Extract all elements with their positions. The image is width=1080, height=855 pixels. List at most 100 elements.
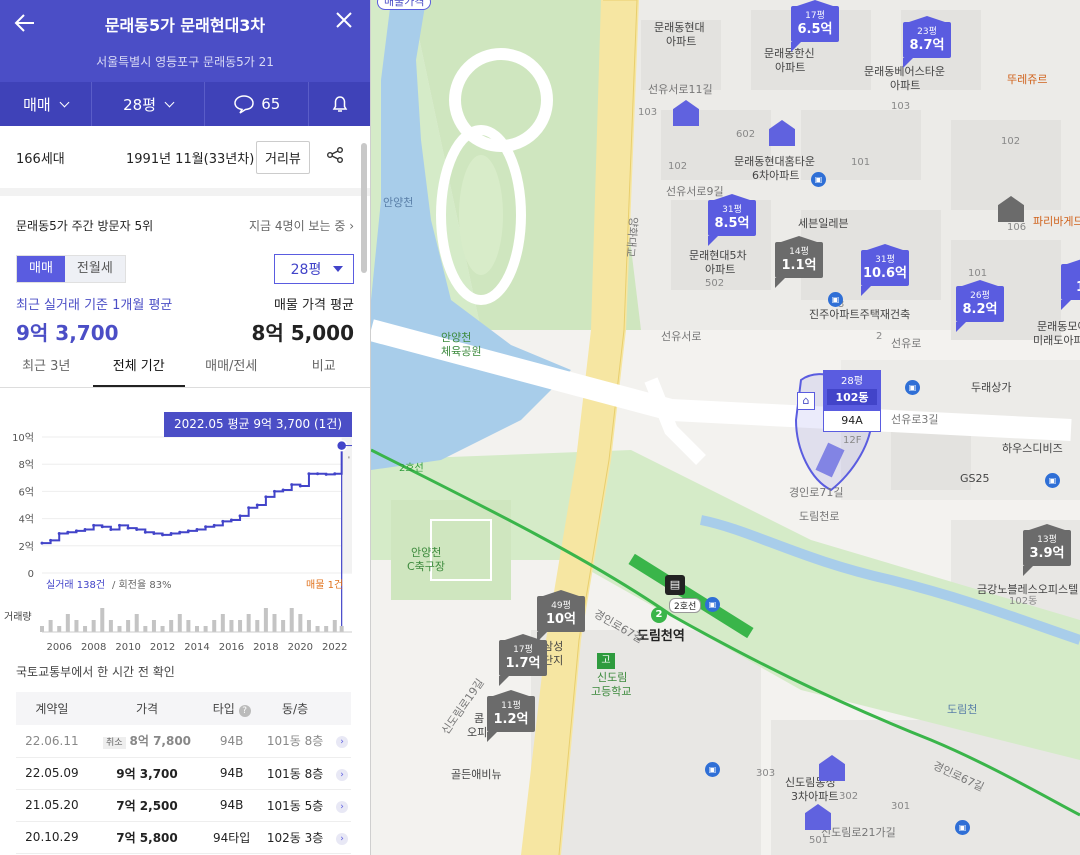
volume-bar <box>126 620 131 632</box>
table-row[interactable]: 20.10.29 7억 5,800 94타입 102동 3층 › <box>16 821 351 854</box>
price-point <box>229 518 233 522</box>
tab-compare[interactable]: 비교 <box>278 346 371 387</box>
price-point <box>118 523 121 527</box>
price-marker[interactable]: 13평 3.9억 <box>1023 524 1071 576</box>
table-row[interactable]: 22.05.09 9억 3,700 94B 101동 8층 › <box>16 757 351 790</box>
price-chart[interactable]: 10억 8억 6억 4억 2억 0 실거래 138건 / 회전율 83% 매물 1건거래량 200… <box>0 410 360 660</box>
map-label: 303 <box>756 768 776 779</box>
volume-bar <box>177 614 182 632</box>
price-marker[interactable]: 17평 1.7억 <box>499 634 547 686</box>
y-tick-label: 0 <box>28 569 34 580</box>
price-marker[interactable]: 11평 1.2억 <box>487 690 535 742</box>
price-marker[interactable]: 17평 6.5억 <box>791 0 839 52</box>
volume-bar <box>203 626 208 632</box>
col-action <box>333 692 351 725</box>
selected-complex-marker[interactable]: 28평 102동 94A <box>823 370 881 434</box>
row-type: 94B <box>206 725 258 758</box>
chart-tooltip: 2022.05 평균 9억 3,700 (1건) <box>164 412 353 437</box>
bus-stop-icon[interactable]: ▣ <box>705 597 720 612</box>
chevron-right-icon[interactable]: › <box>336 736 348 749</box>
price-marker[interactable]: 26평 8.2억 <box>956 280 1004 332</box>
map-label: 문래동모아 <box>1037 320 1080 333</box>
comments-button[interactable]: 65 <box>205 82 310 126</box>
selected-type: 94A <box>823 410 881 432</box>
tab-all-period[interactable]: 전체 기간 <box>92 346 185 387</box>
transaction-table: 계약일 가격 타입 ? 동/층 22.06.11 취소 8억 7,800 94B … <box>16 692 351 854</box>
bus-stop-icon[interactable]: ▣ <box>955 820 970 835</box>
volume-bar <box>281 620 286 632</box>
price-chip[interactable]: 매물가격 <box>377 0 432 10</box>
price-marker[interactable]: 312 <box>1061 258 1080 310</box>
bus-stop-icon[interactable]: ▣ <box>705 762 720 777</box>
map-label: 문래현대5차 <box>689 249 747 262</box>
row-price: 9억 3,700 <box>87 757 207 790</box>
volume-bar <box>83 626 88 632</box>
visitor-row[interactable]: 문래동5가 주간 방문자 5위 지금 4명이 보는 중 › <box>0 196 370 254</box>
col-type: 타입 ? <box>206 692 258 725</box>
help-icon[interactable]: ? <box>238 705 251 717</box>
price-marker[interactable]: 14평 1.1억 <box>775 236 823 288</box>
price-point <box>152 532 156 536</box>
row-floor: 101동 5층 <box>257 789 333 822</box>
bus-stop-icon[interactable]: ▣ <box>811 172 826 187</box>
sale-tab[interactable]: 매매 <box>17 256 65 282</box>
price-point <box>66 530 70 534</box>
tab-sale-rent[interactable]: 매매/전세 <box>185 346 278 387</box>
price-marker[interactable]: 23평 8.7억 <box>903 16 951 68</box>
price-point <box>247 506 251 510</box>
bus-stop-icon[interactable]: ▣ <box>1045 473 1060 488</box>
y-tick-label: 6억 <box>18 486 34 498</box>
rent-tab[interactable]: 전월세 <box>65 256 125 282</box>
map-label: 문래동현대 <box>654 21 705 34</box>
volume-bar <box>48 620 53 632</box>
share-icon[interactable] <box>326 146 344 168</box>
price-point <box>92 523 96 527</box>
bus-stop-icon[interactable]: ▣ <box>905 380 920 395</box>
size-dropdown[interactable]: 28평 <box>92 82 206 126</box>
chevron-right-icon[interactable]: › <box>336 768 348 781</box>
map-label: C축구장 <box>407 560 446 573</box>
volume-bar <box>100 608 105 632</box>
map-view[interactable]: 문래동현대 아파트 문래동한신 아파트 문래동베어스타운 아파트 뚜레쥬르 선유… <box>371 0 1080 855</box>
tab-recent-3y[interactable]: 최근 3년 <box>0 346 93 387</box>
map-label: 선유로3길 <box>891 413 939 426</box>
row-floor: 102동 3층 <box>257 821 333 854</box>
y-tick-label: 2억 <box>18 541 34 553</box>
volume-bar <box>324 626 329 632</box>
bell-icon <box>332 96 347 112</box>
col-date: 계약일 <box>16 692 88 725</box>
price-marker[interactable]: 31평 8.5억 <box>708 194 756 246</box>
table-row[interactable]: 21.05.20 7억 2,500 94B 101동 5층 › <box>16 789 351 822</box>
bus-stop-icon[interactable]: ▣ <box>828 292 843 307</box>
complex-info-row: 166세대 1991년 11월(33년차) 거리뷰 <box>0 126 370 196</box>
map-label: 도림천 <box>947 703 978 716</box>
row-price: 취소 8억 7,800 <box>87 725 207 758</box>
panel-scrollbar[interactable] <box>361 143 367 273</box>
subway-station-icon[interactable]: ▤ <box>665 575 685 595</box>
price-marker[interactable]: 31평 10.6억 <box>861 244 909 296</box>
map-label: 경인로71길 <box>789 486 844 499</box>
price-point <box>57 532 61 536</box>
home-icon[interactable]: ⌂ <box>797 392 815 410</box>
map-label: 102동 <box>1009 596 1038 607</box>
price-point <box>109 527 113 531</box>
map-label: 106 <box>1007 222 1027 233</box>
row-floor: 101동 8층 <box>257 757 333 790</box>
map-label: 두래상가 <box>971 381 1012 394</box>
size-select[interactable]: 28평 <box>274 254 354 284</box>
table-row[interactable]: 22.06.11 취소 8억 7,800 94B 101동 8층 › <box>16 725 351 758</box>
chevron-right-icon[interactable]: › <box>336 832 348 845</box>
price-point <box>143 530 147 534</box>
deal-type-dropdown[interactable]: 매매 <box>0 82 92 126</box>
volume-bar <box>117 626 122 632</box>
recent-avg-caption: 최근 실거래 기준 1개월 평균 <box>16 298 173 313</box>
price-point <box>221 519 225 523</box>
street-view-button[interactable]: 거리뷰 <box>256 140 310 174</box>
chevron-right-icon[interactable]: › <box>336 800 348 813</box>
close-icon[interactable] <box>334 10 354 36</box>
volume-bar <box>229 620 234 632</box>
comments-count: 65 <box>261 95 281 113</box>
price-point <box>195 527 199 531</box>
bell-button[interactable] <box>309 82 370 126</box>
watching-count: 지금 4명이 보는 중 <box>249 218 346 233</box>
